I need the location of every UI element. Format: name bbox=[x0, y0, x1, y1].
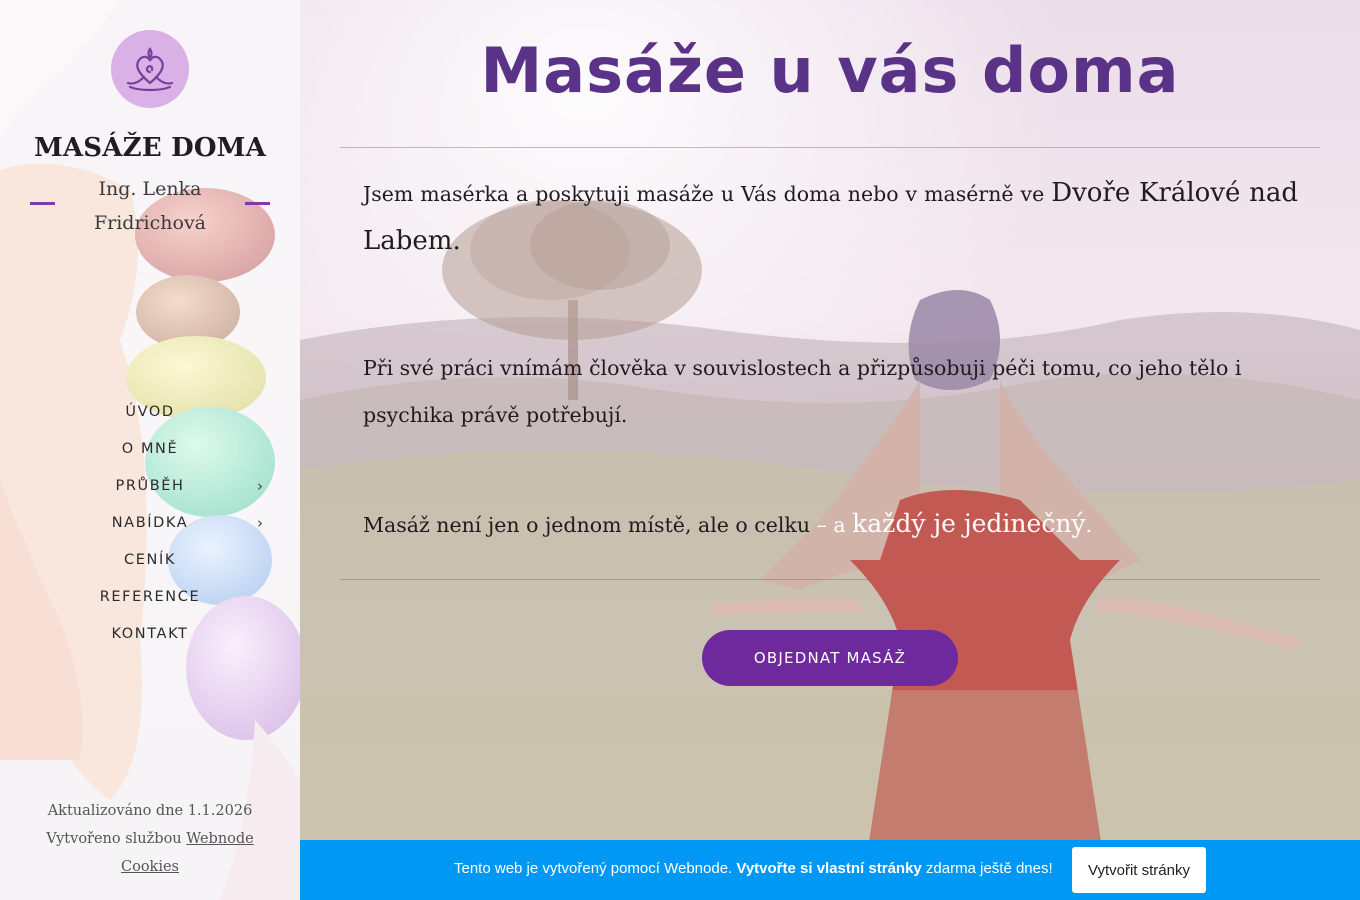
cookies-link[interactable]: Cookies bbox=[121, 859, 179, 875]
promo-text-prefix: Tento web je vytvořený pomocí Webnode. bbox=[454, 860, 737, 877]
nav-item-reference[interactable]: REFERENCE bbox=[0, 579, 300, 616]
nav-item-o-mne[interactable]: O MNĚ bbox=[0, 431, 300, 468]
nav-item-label: PRŮBĚH bbox=[115, 478, 185, 494]
sidebar-footer: Aktualizováno dne 1.1.2026 Vytvořeno slu… bbox=[0, 797, 300, 881]
nav-item-kontakt[interactable]: KONTAKT bbox=[0, 616, 300, 653]
approach-paragraph: Při své práci vnímám člověka v souvislos… bbox=[363, 356, 1242, 427]
nav-item-label: NABÍDKA bbox=[111, 515, 189, 531]
lotus-heart-icon[interactable] bbox=[111, 30, 189, 108]
motto-emphasis: každý je jedinečný bbox=[852, 509, 1086, 538]
order-massage-button[interactable]: OBJEDNAT MASÁŽ bbox=[702, 630, 958, 686]
subtitle-line-2: Fridrichová bbox=[93, 212, 207, 234]
chevron-right-icon[interactable]: › bbox=[257, 468, 263, 505]
nav-item-label: ÚVOD bbox=[125, 404, 175, 420]
main-content: Masáže u vás doma Jsem masérka a poskytu… bbox=[300, 0, 1360, 900]
promo-text-suffix: zdarma ještě dnes! bbox=[921, 860, 1053, 877]
nav-item-uvod[interactable]: ÚVOD bbox=[0, 394, 300, 431]
motto-dot: . bbox=[1085, 513, 1093, 537]
motto-paragraph: Masáž není jen o jednom místě, ale o cel… bbox=[363, 500, 1298, 549]
page-headline: Masáže u vás doma bbox=[480, 34, 1180, 107]
promo-text-bold: Vytvořte si vlastní stránky bbox=[736, 860, 922, 877]
updated-date: Aktualizováno dne 1.1.2026 bbox=[47, 803, 253, 819]
main-navigation: ÚVOD O MNĚ PRŮBĚH › NABÍDKA › CENÍK REFERE… bbox=[0, 394, 300, 653]
created-by-label: Vytvořeno službou bbox=[46, 831, 182, 847]
divider-bottom bbox=[340, 579, 1320, 580]
sidebar: MASÁŽE DOMA Ing. Lenka Fridrichová ÚVOD … bbox=[0, 0, 300, 900]
decorative-line-left bbox=[30, 202, 55, 205]
create-site-button[interactable]: Vytvořit stránky bbox=[1072, 847, 1206, 893]
decorative-line-right bbox=[245, 202, 270, 205]
motto-text: Masáž není jen o jednom místě, ale o cel… bbox=[363, 513, 811, 537]
created-by: Vytvořeno službou Webnode bbox=[0, 825, 300, 853]
intro-text: Jsem masérka a poskytuji masáže u Vás do… bbox=[363, 182, 1045, 206]
webnode-link[interactable]: Webnode bbox=[186, 831, 254, 847]
nav-item-label: CENÍK bbox=[124, 552, 176, 568]
nav-item-label: REFERENCE bbox=[99, 589, 201, 605]
site-title[interactable]: MASÁŽE DOMA bbox=[0, 133, 300, 163]
nav-item-nabidka[interactable]: NABÍDKA › bbox=[0, 505, 300, 542]
intro-paragraph: Jsem masérka a poskytuji masáže u Vás do… bbox=[363, 170, 1298, 266]
motto-dash: – a bbox=[810, 513, 853, 537]
divider-top bbox=[340, 147, 1320, 148]
site-subtitle: Ing. Lenka Fridrichová bbox=[60, 172, 240, 240]
chevron-right-icon[interactable]: › bbox=[257, 505, 263, 542]
nav-item-prubeh[interactable]: PRŮBĚH › bbox=[0, 468, 300, 505]
webnode-promo-banner: Tento web je vytvořený pomocí Webnode. V… bbox=[300, 840, 1360, 900]
subtitle-line-1: Ing. Lenka bbox=[98, 178, 202, 200]
promo-text: Tento web je vytvořený pomocí Webnode. V… bbox=[454, 860, 1053, 877]
nav-item-label: KONTAKT bbox=[111, 626, 189, 642]
nav-item-cenik[interactable]: CENÍK bbox=[0, 542, 300, 579]
nav-item-label: O MNĚ bbox=[121, 441, 179, 457]
